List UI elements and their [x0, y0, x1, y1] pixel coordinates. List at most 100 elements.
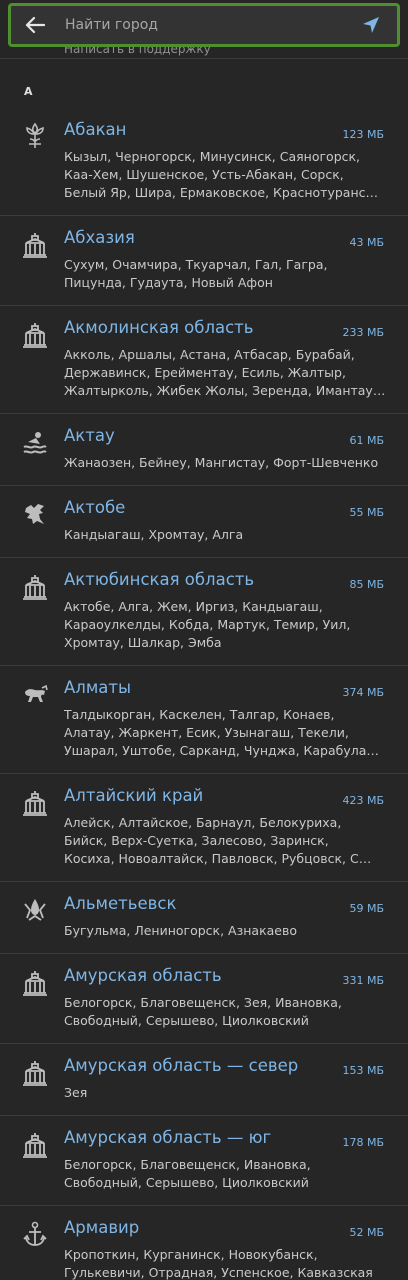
list-item[interactable]: Амурская область 331 МБ Белогорск, Благове… — [0, 954, 408, 1044]
government-building-icon — [22, 788, 48, 816]
item-cities: Кропоткин, Курганинск, Новокубанск, Гульк… — [64, 1246, 386, 1280]
item-cities-line: Бугульма, Лениногорск, Азнакаево — [64, 923, 298, 938]
item-size: 52 МБ — [349, 1226, 384, 1239]
item-cities-line: Каа-Хем, Шушенское, Усть-Абакан, Сорск, — [64, 167, 344, 182]
item-name: Абакан — [64, 120, 127, 139]
oil-drop-emblem-icon — [22, 896, 48, 924]
item-cities-line: Гулькевичи, Отрадная, Успенское, Кавказс… — [64, 1265, 373, 1280]
item-size: 85 МБ — [349, 578, 384, 591]
item-cities-line: Ушарал, Уштобе, Сарканд, Чунджа, Карабул… — [64, 743, 379, 758]
item-cities: Зея — [64, 1084, 386, 1102]
item-name: Алматы — [64, 678, 132, 697]
item-cities: Сухум, Очамчира, Ткуарчал, Гал, Гагра, Пи… — [64, 256, 386, 292]
item-cities: Акколь, Аршалы, Астана, Атбасар, Бурабай… — [64, 346, 386, 400]
item-cities: Кызыл, Черногорск, Минусинск, Саяногорск… — [64, 148, 386, 202]
item-size: 178 МБ — [342, 1136, 384, 1149]
item-size: 233 МБ — [342, 326, 384, 339]
item-cities-line: Белогорск, Благовещенск, Ивановка, — [64, 1157, 311, 1172]
item-cities-line: Караоулкелды, Кобда, Мартук, Темир, Уил, — [64, 617, 351, 632]
item-size: 43 МБ — [349, 236, 384, 249]
item-name: Амурская область — север — [64, 1056, 299, 1075]
item-cities: Актобе, Алга, Жем, Иргиз, Кандыагаш, Кара… — [64, 598, 386, 652]
item-cities-line: Кандыагаш, Хромтау, Алга — [64, 527, 244, 542]
item-cities-line: Косиха, Новоалтайск, Павловск, Рубцовск,… — [64, 851, 372, 866]
item-cities-line: Свободный, Серышево, Циолковский — [64, 1013, 309, 1028]
item-cities-line: Державинск, Ерейментау, Есиль, Жалтыр, — [64, 365, 346, 380]
item-size: 123 МБ — [342, 128, 384, 141]
item-cities: Жанаозен, Бейнеу, Мангистау, Форт-Шевчен… — [64, 454, 386, 472]
government-building-icon — [22, 320, 48, 348]
header-divider — [0, 58, 408, 59]
list-item[interactable]: Алтайский край 423 МБ Алейск, Алтайское, Б… — [0, 774, 408, 882]
item-cities-line: Акколь, Аршалы, Астана, Атбасар, Бурабай… — [64, 347, 355, 362]
list-item[interactable]: Абакан 123 МБ Кызыл, Черногорск, Минусинск… — [0, 108, 408, 216]
item-name: Актобе — [64, 498, 126, 517]
item-size: 423 МБ — [342, 794, 384, 807]
list-item[interactable]: Абхазия 43 МБ Сухум, Очамчира, Ткуарчал, Г… — [0, 216, 408, 306]
back-arrow-icon — [25, 16, 45, 34]
list-item[interactable]: Актобе 55 МБ Кандыагаш, Хромтау, Алга — [0, 486, 408, 558]
item-cities-line: Хромтау, Шалкар, Эмба — [64, 635, 222, 650]
anchor-emblem-icon — [22, 1220, 48, 1248]
list-item[interactable]: Акмолинская область 233 МБ Акколь, Аршалы,… — [0, 306, 408, 414]
item-cities-line: Белогорск, Благовещенск, Зея, Ивановка, — [64, 995, 342, 1010]
list-item[interactable]: Амурская область — север 153 МБ Зея — [0, 1044, 408, 1116]
item-size: 374 МБ — [342, 686, 384, 699]
search-bar — [8, 3, 400, 47]
item-name: Актау — [64, 426, 115, 445]
item-name: Амурская область — юг — [64, 1128, 272, 1147]
item-name: Альметьевск — [64, 894, 177, 913]
item-size: 55 МБ — [349, 506, 384, 519]
list-item[interactable]: Армавир 52 МБ Кропоткин, Курганинск, Новок… — [0, 1206, 408, 1280]
item-cities-line: Сухум, Очамчира, Ткуарчал, Гал, Гагра, — [64, 257, 328, 272]
section-letter: А — [24, 85, 33, 98]
item-cities: Талдыкорган, Каскелен, Талгар, Конаев, Ал… — [64, 706, 386, 760]
item-name: Амурская область — [64, 966, 222, 985]
item-size: 61 МБ — [349, 434, 384, 447]
item-cities-line: Кропоткин, Курганинск, Новокубанск, — [64, 1247, 318, 1262]
list-item[interactable]: Алматы 374 МБ Талдыкорган, Каскелен, Талга… — [0, 666, 408, 774]
snow-leopard-emblem-icon — [22, 680, 48, 708]
item-cities-line: Пицунда, Гудаута, Новый Афон — [64, 275, 273, 290]
list-item[interactable]: Альметьевск 59 МБ Бугульма, Лениногорск, А… — [0, 882, 408, 954]
government-building-icon — [22, 572, 48, 600]
sea-emblem-icon — [22, 428, 48, 456]
item-cities-line: Актобе, Алга, Жем, Иргиз, Кандыагаш, — [64, 599, 323, 614]
item-cities-line: Бийск, Верх-Суетка, Залесово, Заринск, — [64, 833, 329, 848]
location-arrow-icon — [363, 17, 379, 33]
item-cities-line: Талдыкорган, Каскелен, Талгар, Конаев, — [64, 707, 335, 722]
government-building-icon — [22, 1058, 48, 1086]
item-cities-line: Белый Яр, Шира, Ермаковское, Краснотуран… — [64, 185, 378, 200]
item-size: 153 МБ — [342, 1064, 384, 1077]
item-name: Алтайский край — [64, 786, 204, 805]
city-list-screen: Написать в поддержку А Абакан123 МБКызыл… — [0, 0, 408, 1280]
government-building-icon — [22, 1130, 48, 1158]
item-cities: Алейск, Алтайское, Барнаул, Белокуриха, Б… — [64, 814, 386, 868]
item-name: Акмолинская область — [64, 318, 254, 337]
locate-button[interactable] — [351, 6, 391, 44]
item-name: Актюбинская область — [64, 570, 255, 589]
item-cities: Белогорск, Благовещенск, Зея, Ивановка, С… — [64, 994, 386, 1030]
item-size: 331 МБ — [342, 974, 384, 987]
griffin-emblem-icon — [22, 500, 48, 528]
list-item[interactable]: Амурская область — юг 178 МБ Белогорск, Бл… — [0, 1116, 408, 1206]
list-item[interactable]: Актюбинская область 85 МБ Актобе, Алга, Же… — [0, 558, 408, 666]
item-size: 59 МБ — [349, 902, 384, 915]
item-name: Абхазия — [64, 228, 135, 247]
government-building-icon — [22, 968, 48, 996]
search-input[interactable] — [57, 7, 351, 43]
city-list: Абакан 123 МБ Кызыл, Черногорск, Минусинск… — [0, 108, 408, 1280]
flower-emblem-icon — [22, 122, 48, 150]
item-cities-line: Алейск, Алтайское, Барнаул, Белокуриха, — [64, 815, 342, 830]
back-button[interactable] — [13, 6, 57, 44]
list-item[interactable]: Актау 61 МБ Жанаозен, Бейнеу, Мангистау, Ф… — [0, 414, 408, 486]
item-cities: Кандыагаш, Хромтау, Алга — [64, 526, 386, 544]
item-name: Армавир — [64, 1218, 140, 1237]
item-cities: Белогорск, Благовещенск, Ивановка, Свобод… — [64, 1156, 386, 1192]
government-building-icon — [22, 230, 48, 258]
item-cities-line: Зея — [64, 1085, 88, 1100]
item-cities-line: Жанаозен, Бейнеу, Мангистау, Форт-Шевчен… — [64, 455, 379, 470]
item-cities-line: Алатау, Жаркент, Есик, Узынагаш, Текели, — [64, 725, 349, 740]
item-cities-line: Кызыл, Черногорск, Минусинск, Саяногорск… — [64, 149, 361, 164]
item-cities: Бугульма, Лениногорск, Азнакаево — [64, 922, 386, 940]
